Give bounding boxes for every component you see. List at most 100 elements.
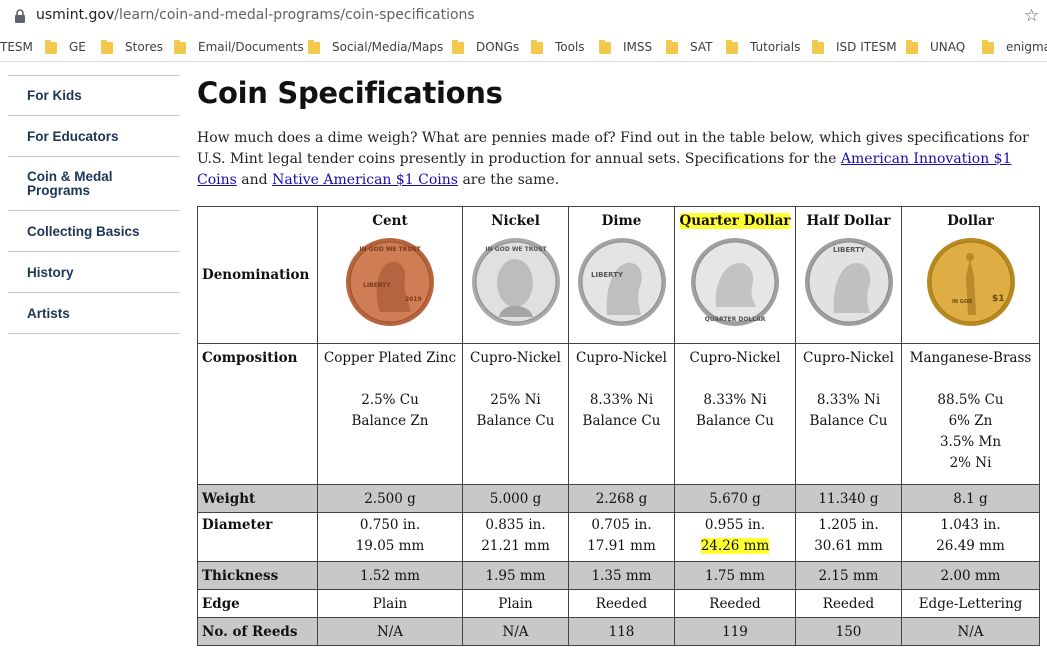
diameter-nickel: 0.835 in. 21.21 mm [462, 512, 569, 562]
row-label-reeds: No. of Reeds [197, 617, 318, 646]
folder-icon [452, 40, 464, 54]
table-row-edge: Edge Plain Plain Reeded Reeded Reeded Ed… [197, 589, 1040, 618]
sidebar-item-for-kids[interactable]: For Kids [8, 75, 180, 116]
coin-name: Half Dollar [806, 213, 891, 229]
diameter-quarter: 0.955 in. 24.26 mm [674, 512, 796, 562]
row-label-denomination: Denomination [197, 206, 318, 344]
coin-name: Dollar [947, 213, 994, 229]
coin-column-half-dollar: Half Dollar LIBERTY [795, 206, 902, 344]
cent-coin-icon: IN GOD WE TRUST LIBERTY 2019 [346, 238, 434, 326]
row-label-thickness: Thickness [197, 561, 318, 590]
bookmark-unaq[interactable]: UNAQ [906, 40, 965, 54]
highlighted-quarter-name: Quarter Dollar [679, 213, 791, 229]
coin-inscription: LIBERTY [363, 282, 391, 289]
row-label-diameter: Diameter [197, 512, 318, 562]
bookmark-enigma[interactable]: enigma [982, 40, 1047, 54]
coin-column-cent: Cent IN GOD WE TRUST LIBERTY 2019 [317, 206, 463, 344]
edge-cent: Plain [317, 589, 463, 618]
composition-quarter: Cupro-Nickel 8.33% Ni Balance Cu [674, 343, 796, 485]
coin-inscription: IN GOD WE TRUST [359, 246, 421, 253]
table-row-weight: Weight 2.500 g 5.000 g 2.268 g 5.670 g 1… [197, 484, 1040, 513]
dollar-coin-icon: IN GOD $1 [926, 238, 1015, 326]
reeds-dime: 118 [568, 617, 675, 646]
table-row-composition: Composition Copper Plated Zinc 2.5% Cu Ba… [197, 343, 1040, 485]
coin-column-nickel: Nickel IN GOD WE TRUST [462, 206, 569, 344]
diameter-half-dollar: 1.205 in. 30.61 mm [795, 512, 902, 562]
bookmark-tesm[interactable]: TESM [0, 40, 33, 54]
weight-quarter: 5.670 g [674, 484, 796, 513]
diameter-dime: 0.705 in. 17.91 mm [568, 512, 675, 562]
thickness-dime: 1.35 mm [568, 561, 675, 590]
sidebar-item-history[interactable]: History [8, 252, 180, 293]
bookmark-dongs[interactable]: DONGs [452, 40, 519, 54]
bookmark-sat[interactable]: SAT [666, 40, 712, 54]
bookmarks-bar: TESM GE Stores Email/Documents Social/Me… [0, 32, 1047, 62]
edge-nickel: Plain [462, 589, 569, 618]
folder-icon [812, 40, 824, 54]
bookmark-imss[interactable]: IMSS [599, 40, 652, 54]
thickness-nickel: 1.95 mm [462, 561, 569, 590]
weight-half-dollar: 11.340 g [795, 484, 902, 513]
coin-column-quarter: Quarter Dollar QUARTER DOLLAR [674, 206, 796, 344]
table-row-reeds: No. of Reeds N/A N/A 118 119 150 N/A [197, 617, 1040, 646]
bookmark-isd-itesm[interactable]: ISD ITESM [812, 40, 897, 54]
url-text[interactable]: usmint.gov/learn/coin-and-medal-programs… [36, 7, 475, 23]
composition-nickel: Cupro-Nickel 25% Ni Balance Cu [462, 343, 569, 485]
weight-dollar: 8.1 g [901, 484, 1040, 513]
coin-name: Nickel [491, 213, 540, 229]
edge-half-dollar: Reeded [795, 589, 902, 618]
edge-dollar: Edge-Lettering [901, 589, 1040, 618]
coin-inscription: IN GOD [952, 299, 972, 305]
bookmark-tools[interactable]: Tools [531, 40, 585, 54]
nickel-coin-icon: IN GOD WE TRUST [471, 238, 560, 326]
row-label-composition: Composition [197, 343, 318, 485]
weight-dime: 2.268 g [568, 484, 675, 513]
sidebar-item-collecting-basics[interactable]: Collecting Basics [8, 211, 180, 252]
coin-inscription: 2019 [405, 296, 422, 303]
diameter-cent: 0.750 in. 19.05 mm [317, 512, 463, 562]
thickness-quarter: 1.75 mm [674, 561, 796, 590]
composition-dime: Cupro-Nickel 8.33% Ni Balance Cu [568, 343, 675, 485]
row-label-edge: Edge [197, 589, 318, 618]
sidebar-nav: For Kids For Educators Coin & Medal Prog… [8, 75, 180, 334]
folder-icon [101, 40, 113, 54]
folder-icon [906, 40, 918, 54]
folder-icon [174, 40, 186, 54]
edge-dime: Reeded [568, 589, 675, 618]
bookmark-ge[interactable]: GE [45, 40, 86, 54]
half-dollar-coin-icon: LIBERTY [804, 238, 893, 326]
bookmark-email-documents[interactable]: Email/Documents [174, 40, 304, 54]
bookmark-tutorials[interactable]: Tutorials [726, 40, 800, 54]
weight-cent: 2.500 g [317, 484, 463, 513]
thickness-dollar: 2.00 mm [901, 561, 1040, 590]
sidebar-item-artists[interactable]: Artists [8, 293, 180, 334]
coin-inscription: LIBERTY [591, 271, 624, 279]
composition-half-dollar: Cupro-Nickel 8.33% Ni Balance Cu [795, 343, 902, 485]
coin-inscription: LIBERTY [832, 246, 865, 254]
lock-icon [15, 9, 25, 23]
coin-inscription: $1 [992, 294, 1005, 304]
composition-dollar: Manganese-Brass 88.5% Cu 6% Zn 3.5% Mn 2% N… [901, 343, 1040, 485]
coin-name: Dime [601, 213, 642, 229]
folder-icon [599, 40, 611, 54]
edge-quarter: Reeded [674, 589, 796, 618]
address-bar[interactable]: usmint.gov/learn/coin-and-medal-programs… [0, 0, 1047, 32]
bookmark-stores[interactable]: Stores [101, 40, 163, 54]
reeds-quarter: 119 [674, 617, 796, 646]
coin-column-dime: Dime LIBERTY [568, 206, 675, 344]
table-row-denomination: Denomination Cent IN GOD WE TRUST LIBERT… [197, 206, 1040, 344]
folder-icon [666, 40, 678, 54]
composition-cent: Copper Plated Zinc 2.5% Cu Balance Zn [317, 343, 463, 485]
reeds-half-dollar: 150 [795, 617, 902, 646]
coin-name: Cent [372, 213, 408, 229]
thickness-half-dollar: 2.15 mm [795, 561, 902, 590]
folder-icon [726, 40, 738, 54]
native-american-link[interactable]: Native American $1 Coins [272, 172, 458, 188]
coin-inscription: QUARTER DOLLAR [705, 316, 766, 323]
intro-paragraph: How much does a dime weigh? What are pen… [197, 130, 1029, 188]
table-row-thickness: Thickness 1.52 mm 1.95 mm 1.35 mm 1.75 m… [197, 561, 1040, 590]
bookmark-social-media-maps[interactable]: Social/Media/Maps [308, 40, 443, 54]
bookmark-star-icon[interactable]: ☆ [1024, 6, 1039, 26]
sidebar-item-for-educators[interactable]: For Educators [8, 116, 180, 157]
sidebar-item-coin-medal-programs[interactable]: Coin & Medal Programs [8, 157, 180, 211]
